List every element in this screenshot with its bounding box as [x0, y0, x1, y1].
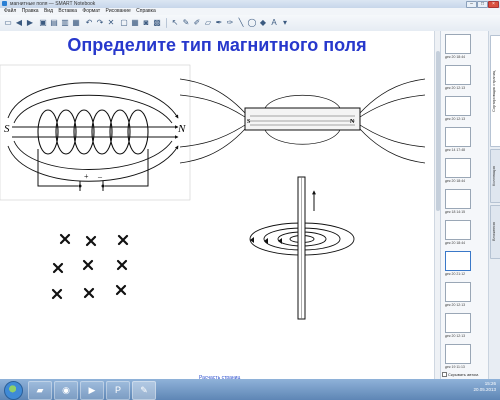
undo-icon[interactable]: ↶	[84, 18, 94, 28]
thumbnail-image	[445, 65, 471, 85]
page-thumbnail-selected[interactable]: дек 20 21:12	[445, 251, 471, 276]
grid-icon[interactable]: ▩	[152, 18, 162, 28]
page-thumbnail[interactable]: дек 20 12:13	[445, 65, 471, 90]
autohide-label: Скрывать автом.	[448, 372, 480, 377]
thumbnail-label: дек 14 17:48	[445, 148, 466, 152]
thumbnail-label: дек 20 21:12	[445, 272, 466, 276]
folder-icon[interactable]: ▰	[28, 381, 52, 400]
chrome-icon[interactable]: ◉	[54, 381, 78, 400]
menu-view[interactable]: Вид	[44, 8, 53, 15]
toolbar: ▭ ◀ ▶ ▣ ▤ ▥ ▦ ↶ ↷ ✕ ▢ ▦ ◙ ▩ ↖ ✎ ✐ ▱ ✒ ✑ …	[0, 15, 500, 32]
coil-south-label: S	[4, 123, 10, 135]
redo-icon[interactable]: ↷	[95, 18, 105, 28]
page-sorter-panel: дек 20 18:44 дек 20 12:13 дек 20 12:13 д…	[440, 31, 489, 379]
thumbnail-image	[445, 251, 471, 271]
coil-north-label: N	[177, 123, 186, 135]
thumbnail-label: дек 19 11:13	[445, 365, 465, 369]
page-thumbnail[interactable]: дек 20 12:13	[445, 313, 471, 338]
minimize-button[interactable]: –	[466, 1, 477, 8]
page-thumbnail[interactable]: дек 20 18:44	[445, 220, 471, 245]
toolbar-separator	[166, 18, 167, 28]
system-tray[interactable]: 15:26 20.05.2013	[473, 381, 496, 393]
eraser-icon[interactable]: ▱	[203, 18, 213, 28]
thumbnail-image	[445, 127, 471, 147]
thumbnail-image	[445, 282, 471, 302]
brush-icon[interactable]: ✒	[214, 18, 224, 28]
tab-page-sorter[interactable]: Сортировщик страниц	[490, 35, 500, 147]
magnet-north-label: N	[350, 119, 355, 125]
save-icon[interactable]: ▤	[49, 18, 59, 28]
thumbnail-image	[445, 158, 471, 178]
page-thumbnail[interactable]: дек 18 14:15	[445, 189, 471, 214]
solenoid-figure[interactable]: S N + –	[0, 64, 191, 201]
pen-icon[interactable]: ✎	[181, 18, 191, 28]
thumbnail-label: дек 20 12:13	[445, 303, 466, 307]
next-icon[interactable]: ◀	[14, 18, 24, 28]
folder-icon[interactable]: ▦	[71, 18, 81, 28]
page-thumbnail[interactable]: дек 20 12:13	[445, 96, 471, 121]
app-icon	[2, 1, 7, 6]
menu-edit[interactable]: Правка	[22, 8, 39, 15]
table-icon[interactable]: ▦	[130, 18, 140, 28]
window-title: магнитные поля — SMART Notebook	[10, 1, 96, 7]
thumbnail-image	[445, 220, 471, 240]
ppt-icon[interactable]: P	[106, 381, 130, 400]
tab-gallery[interactable]: Коллекция	[490, 149, 500, 203]
page-thumbnail[interactable]: дек 14 17:48	[445, 127, 471, 152]
thumbnail-label: дек 20 18:44	[445, 179, 466, 183]
smart-icon[interactable]: ✎	[132, 381, 156, 400]
menu-format[interactable]: Формат	[82, 8, 100, 15]
page-thumbnail[interactable]: дек 19 11:13	[445, 344, 471, 369]
page-canvas[interactable]: Определите тип магнитного поля S N + – S…	[0, 31, 434, 381]
marker-icon[interactable]: ✐	[192, 18, 202, 28]
physics-figures: S N + – S N	[0, 64, 426, 320]
menu-file[interactable]: Файл	[4, 8, 16, 15]
thumbnail-label: дек 20 12:13	[445, 86, 466, 90]
text-icon[interactable]: A	[269, 18, 279, 28]
side-tabs: Сортировщик страниц Коллекция Вложения	[488, 31, 500, 379]
page-icon[interactable]: ▭	[3, 18, 13, 28]
shape-icon[interactable]: ◯	[247, 18, 257, 28]
thumbnail-image	[445, 189, 471, 209]
menu-help[interactable]: Справка	[136, 8, 156, 15]
thumbnail-image	[445, 344, 471, 364]
magic-pen-icon[interactable]: ✑	[225, 18, 235, 28]
page-thumbnail[interactable]: дек 20 18:44	[445, 158, 471, 183]
thumbnail-image	[445, 96, 471, 116]
media-icon[interactable]: ▶	[80, 381, 104, 400]
screen-icon[interactable]: ▢	[119, 18, 129, 28]
line-icon[interactable]: ╲	[236, 18, 246, 28]
taskbar: ▰ ◉ ▶ P ✎ 15:26 20.05.2013	[0, 379, 500, 400]
thumbnail-label: дек 20 18:44	[445, 241, 466, 245]
close-button[interactable]: ×	[488, 1, 499, 8]
bar-magnet-figure[interactable]: S N	[179, 78, 426, 164]
thumbnail-label: дек 20 12:13	[445, 117, 466, 121]
thumbnail-image	[445, 34, 471, 54]
paste-icon[interactable]: ▥	[60, 18, 70, 28]
delete-icon[interactable]: ✕	[106, 18, 116, 28]
conductor-figure[interactable]	[249, 176, 355, 320]
menu-draw[interactable]: Рисование	[106, 8, 131, 15]
menu-insert[interactable]: Вставка	[58, 8, 77, 15]
page-thumbnail[interactable]: дек 20 12:13	[445, 282, 471, 307]
maximize-button[interactable]: □	[477, 1, 488, 8]
fill-icon[interactable]: ◆	[258, 18, 268, 28]
camera-icon[interactable]: ◙	[141, 18, 151, 28]
thumbnail-image	[445, 313, 471, 333]
open-icon[interactable]: ▣	[38, 18, 48, 28]
page-thumbnail[interactable]: дек 20 18:44	[445, 34, 471, 59]
plus-label: +	[84, 172, 89, 181]
crosses-figure[interactable]	[51, 233, 129, 300]
properties-icon[interactable]: ▾	[280, 18, 290, 28]
autohide-checkbox[interactable]: Скрывать автом.	[442, 372, 480, 378]
thumbnail-label: дек 20 12:13	[445, 334, 466, 338]
thumbnail-label: дек 20 18:44	[445, 55, 466, 59]
checkbox-box[interactable]	[442, 372, 447, 378]
tab-attachments[interactable]: Вложения	[490, 205, 500, 259]
thumbnail-label: дек 18 14:15	[445, 210, 466, 214]
clock-date: 20.05.2013	[473, 387, 496, 392]
select-icon[interactable]: ↖	[170, 18, 180, 28]
start-button[interactable]	[4, 381, 23, 400]
prev-icon[interactable]: ▶	[25, 18, 35, 28]
